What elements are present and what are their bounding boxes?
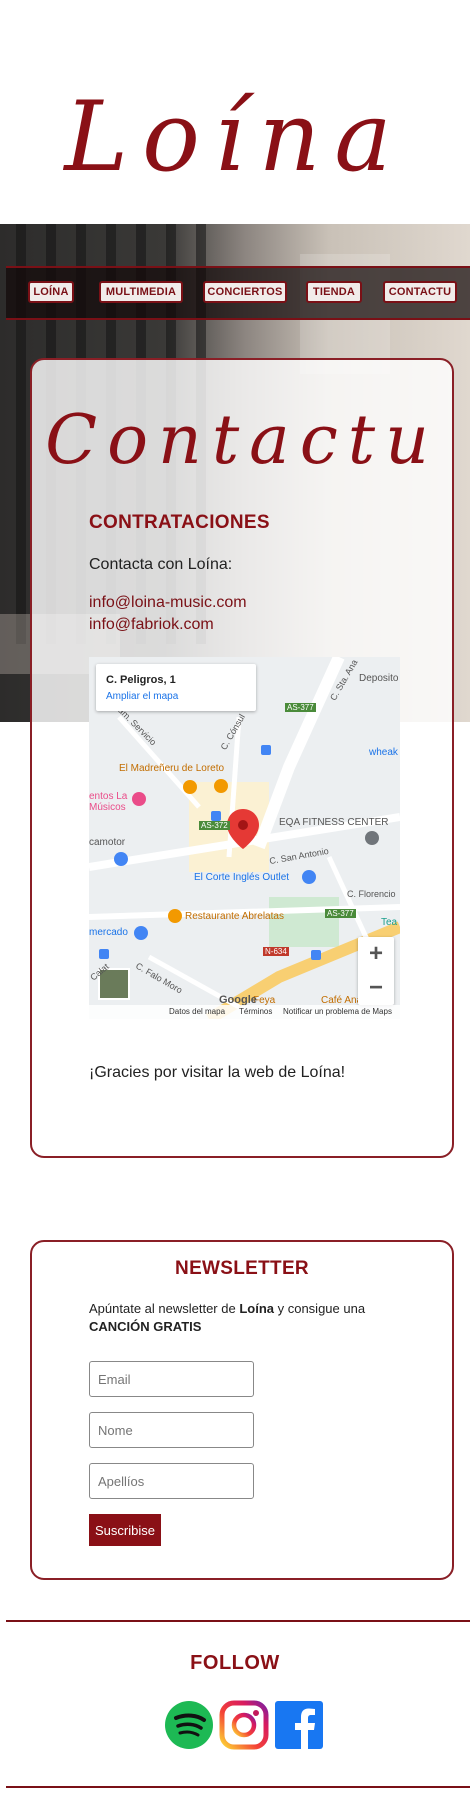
map-data-link[interactable]: Datos del mapa — [169, 1007, 225, 1016]
nav-item-multimedia[interactable]: MULTIMEDIA — [99, 281, 183, 303]
contact-intro: Contacta con Loína: — [89, 556, 233, 573]
facebook-icon[interactable] — [274, 1700, 324, 1750]
nav-item-conciertos[interactable]: CONCIERTOS — [203, 281, 287, 303]
map-label-road: N-634 — [263, 947, 289, 956]
newsletter-text-bold: CANCIÓN GRATIS — [89, 1319, 202, 1334]
map-zoom-controls: + − — [358, 937, 394, 1005]
map-place-title: C. Peligros, 1 — [106, 674, 176, 686]
map-label-poi: El Corte Inglés Outlet — [194, 872, 290, 883]
map-label-poi: El Madreñeru de Loreto — [119, 763, 225, 774]
map-footer: Datos del mapa Términos Notificar un pro… — [89, 1005, 400, 1019]
enlarge-map-link[interactable]: Ampliar el mapa — [106, 691, 178, 702]
map-label-poi: EQA FITNESS CENTER — [279, 817, 389, 828]
map-place-card: C. Peligros, 1 Ampliar el mapa — [96, 664, 256, 711]
site-logo[interactable]: Loína — [0, 40, 470, 200]
contrataciones-heading: CONTRATACIONES — [89, 512, 270, 533]
map-label-poi: wheak — [369, 747, 398, 758]
zoom-out-button[interactable]: − — [358, 971, 394, 1005]
surname-field[interactable] — [89, 1463, 254, 1499]
map-label-poi: Restaurante Abrelatas — [185, 911, 284, 922]
map-label-poi: mercado — [89, 927, 128, 938]
thanks-text: ¡Gracies por visitar la web de Loína! — [89, 1064, 346, 1081]
footer-bottom-divider — [6, 1786, 470, 1788]
instagram-icon[interactable] — [219, 1700, 269, 1750]
footer-divider — [6, 1620, 470, 1622]
google-map[interactable]: AS-377 C. Sta. Ana Deposito Cam. Servici… — [89, 657, 400, 1019]
newsletter-text-part: y consigue una — [274, 1301, 366, 1316]
newsletter-text: Apúntate al newsletter de Loína y consig… — [89, 1300, 429, 1336]
newsletter-text-part: Apúntate al newsletter de — [89, 1301, 240, 1316]
nav-item-contactu[interactable]: CONTACTU — [383, 281, 457, 303]
map-label-place: Deposito — [359, 673, 399, 684]
zoom-in-button[interactable]: + — [358, 937, 394, 971]
contact-title-text: Contactu — [45, 401, 439, 480]
email-field[interactable] — [89, 1361, 254, 1397]
email-link[interactable]: info@loina-music.com — [89, 594, 247, 612]
map-label-place: camotor — [89, 837, 126, 848]
logo-text: Loína — [62, 81, 405, 193]
name-field[interactable] — [89, 1412, 254, 1448]
nav-item-loina[interactable]: LOÍNA — [28, 281, 74, 303]
map-label-poi: Tea — [381, 917, 398, 928]
spotify-icon[interactable] — [164, 1700, 214, 1750]
follow-title: FOLLOW — [190, 1652, 280, 1674]
map-label-street: C. Florencio — [347, 889, 396, 899]
contact-title: Contactu — [45, 401, 439, 480]
nav-item-tienda[interactable]: TIENDA — [306, 281, 362, 303]
map-label-road: AS-377 — [285, 703, 316, 712]
map-label-poi: entos La Músicos — [89, 791, 128, 813]
map-label-road: AS-377 — [325, 909, 356, 918]
subscribe-button[interactable]: Suscribise — [89, 1514, 161, 1546]
newsletter-text-bold: Loína — [239, 1301, 274, 1316]
email-link[interactable]: info@fabriok.com — [89, 616, 214, 634]
newsletter-title: NEWSLETTER — [175, 1258, 309, 1279]
map-terms-link[interactable]: Términos — [239, 1007, 272, 1016]
map-label-road: AS-372 — [199, 821, 230, 830]
map-report-link[interactable]: Notificar un problema de Maps — [283, 1007, 392, 1016]
main-nav: LOÍNA MULTIMEDIA CONCIERTOS TIENDA CONTA… — [6, 266, 470, 320]
